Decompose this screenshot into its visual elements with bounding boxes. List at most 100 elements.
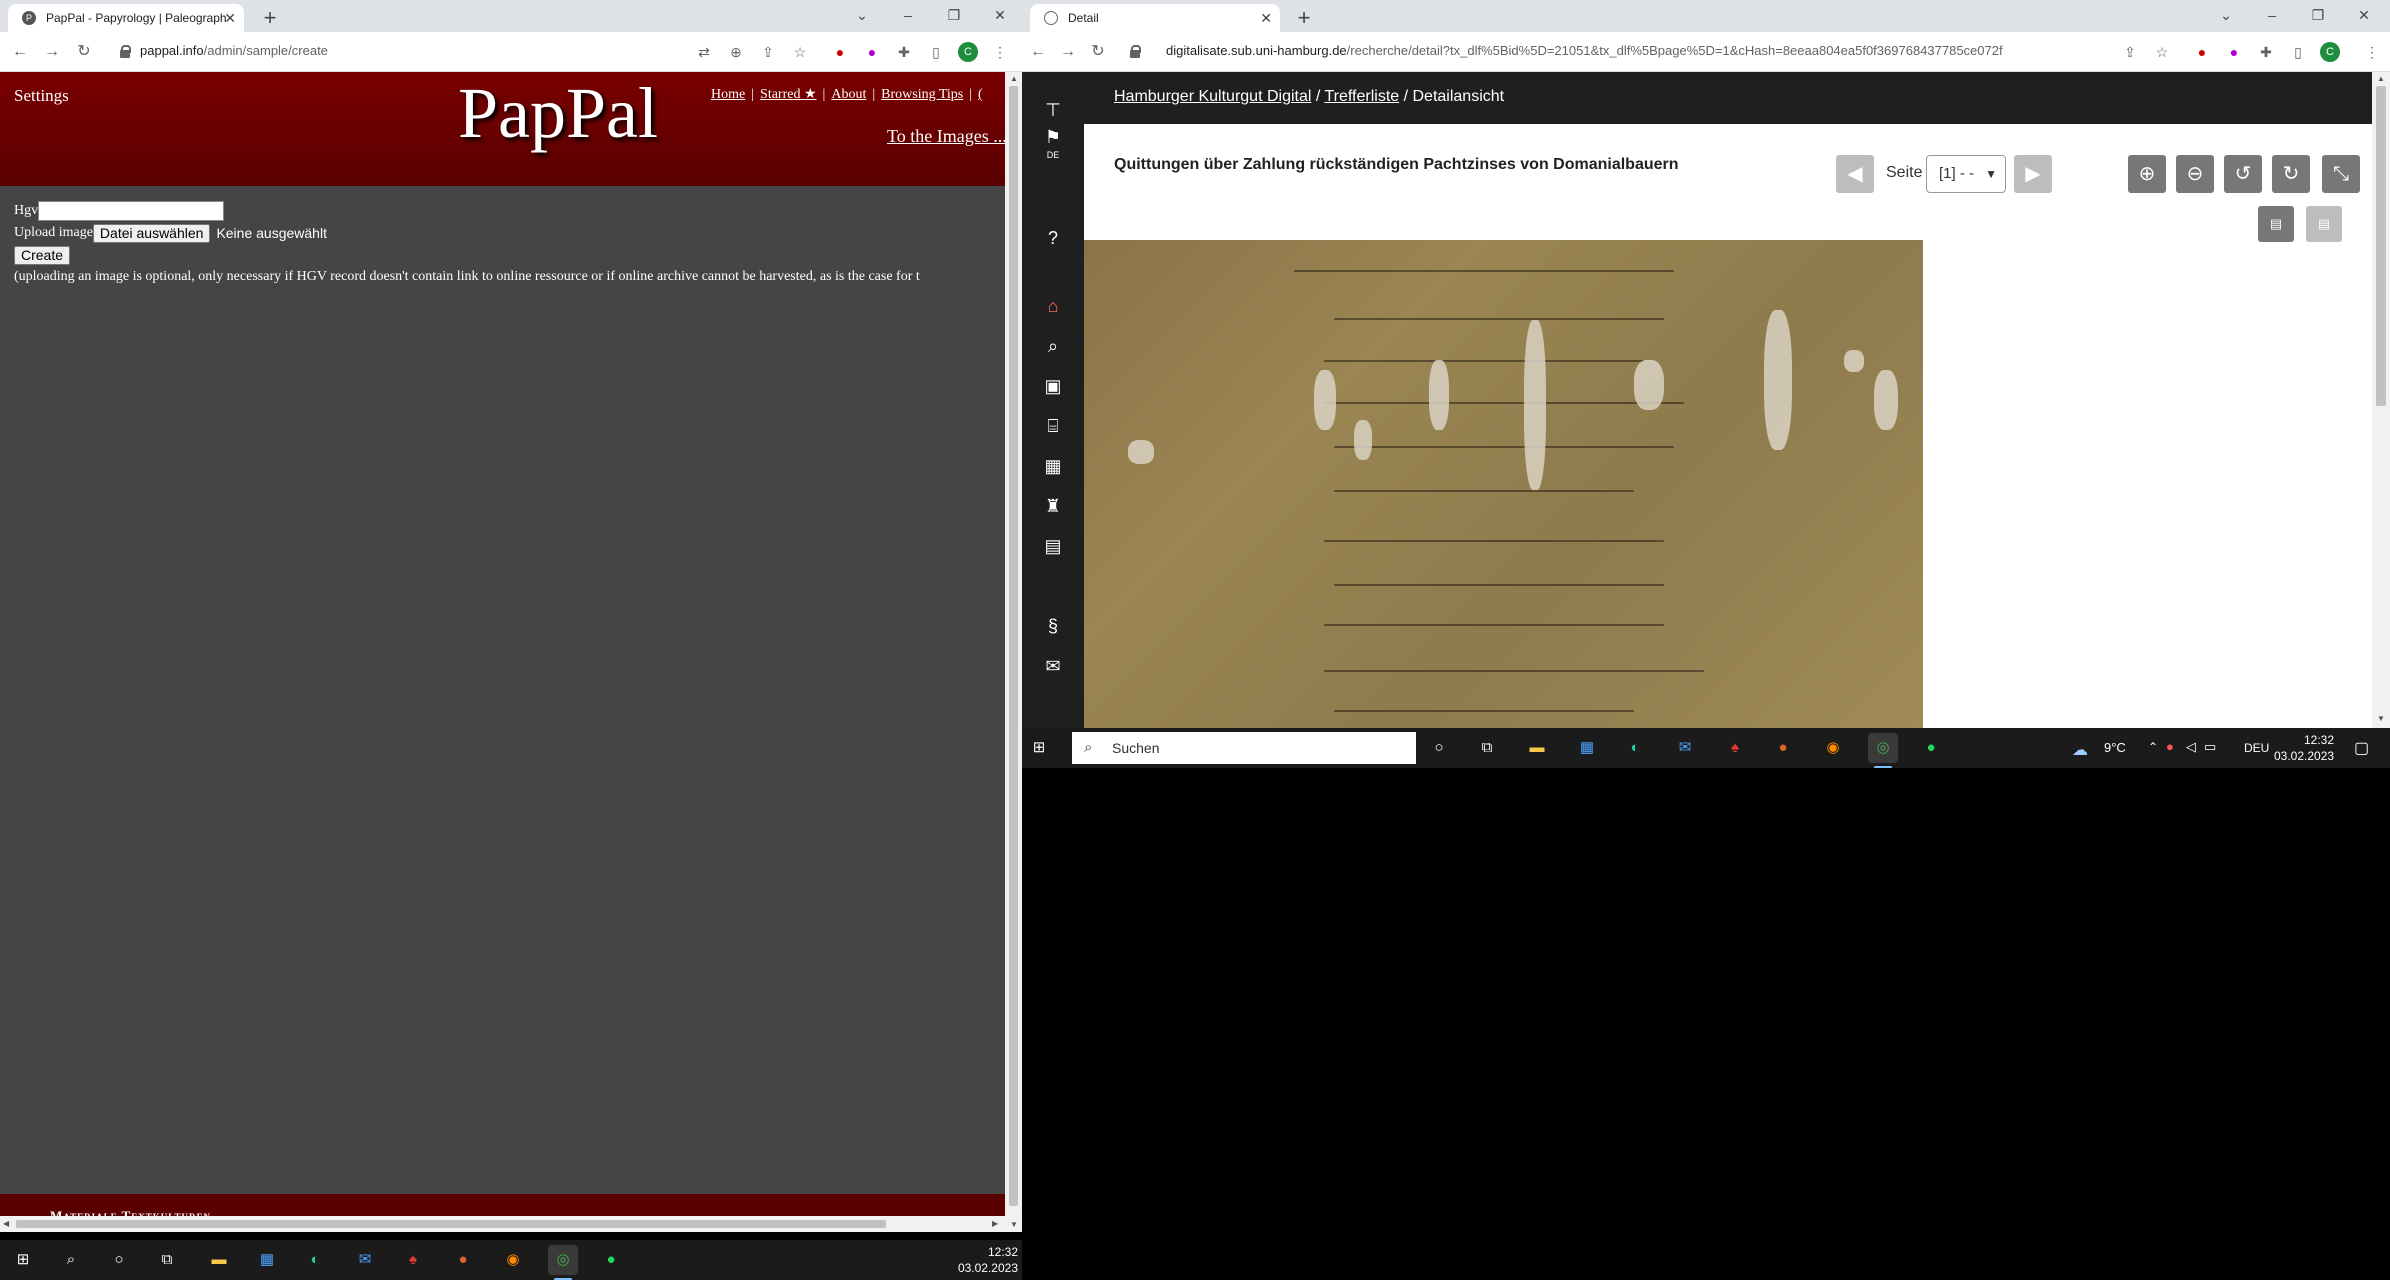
calendar-icon[interactable]: ▤ bbox=[1039, 532, 1067, 560]
language-label[interactable]: DE bbox=[1022, 150, 1084, 160]
scroll-down-icon[interactable]: ▼ bbox=[1010, 1220, 1018, 1229]
extensions-puzzle-icon[interactable]: ✚ bbox=[2256, 42, 2276, 62]
language-flag-icon[interactable]: ⚑ bbox=[1039, 128, 1067, 146]
cortana-icon[interactable]: ○ bbox=[1424, 733, 1454, 763]
nav-starred[interactable]: Starred ★ bbox=[760, 87, 816, 102]
profile-avatar[interactable]: C bbox=[958, 42, 978, 62]
volume-icon[interactable]: ◁ bbox=[2186, 739, 2196, 755]
document-icon[interactable]: ▤ bbox=[2306, 206, 2342, 242]
translate-icon[interactable]: ⇄ bbox=[694, 42, 714, 62]
scrollbar-thumb[interactable] bbox=[1009, 86, 1018, 1206]
search-icon[interactable]: ⌕ bbox=[1039, 332, 1067, 360]
file-explorer-icon[interactable]: ▬ bbox=[1522, 733, 1552, 763]
network-icon[interactable]: ▭ bbox=[2204, 739, 2216, 755]
address-bar[interactable]: pappal.info/admin/sample/create bbox=[140, 43, 328, 58]
taskbar-search-input[interactable]: ⌕ Suchen bbox=[1072, 732, 1416, 764]
window-close-icon[interactable]: ✕ bbox=[2342, 0, 2386, 32]
firefox-icon[interactable]: ◉ bbox=[1818, 733, 1848, 763]
new-tab-button[interactable]: + bbox=[256, 4, 284, 32]
powerpoint-icon[interactable]: ● bbox=[1768, 733, 1798, 763]
spotify-icon[interactable]: ● bbox=[596, 1245, 626, 1275]
previous-page-button[interactable]: ◀ bbox=[1836, 155, 1874, 193]
windows-start-icon[interactable]: ⊞ bbox=[8, 1245, 38, 1275]
restore-icon[interactable]: ❐ bbox=[2296, 0, 2340, 32]
page-select[interactable]: [1] - - ▼ bbox=[1926, 155, 2006, 193]
city-icon[interactable]: ♜ bbox=[1039, 492, 1067, 520]
file-explorer-icon[interactable]: ▬ bbox=[204, 1245, 234, 1275]
side-panel-icon[interactable]: ▯ bbox=[926, 42, 946, 62]
extension-icon[interactable]: ● bbox=[830, 42, 850, 62]
powerpoint-icon[interactable]: ● bbox=[448, 1245, 478, 1275]
side-panel-icon[interactable]: ▯ bbox=[2288, 42, 2308, 62]
settings-link[interactable]: Settings bbox=[14, 86, 69, 106]
zoom-icon[interactable]: ⊕ bbox=[726, 42, 746, 62]
next-page-button[interactable]: ▶ bbox=[2014, 155, 2052, 193]
pdf-download-icon[interactable]: ▤ bbox=[2258, 206, 2294, 242]
mail-icon[interactable]: ✉ bbox=[1039, 652, 1067, 680]
chrome-icon[interactable]: ◎ bbox=[548, 1245, 578, 1280]
back-icon[interactable]: ← bbox=[8, 40, 32, 64]
scroll-right-icon[interactable]: ▶ bbox=[992, 1219, 998, 1228]
exit-fullscreen-icon[interactable]: ⤡ bbox=[2322, 155, 2360, 193]
scroll-left-icon[interactable]: ◀ bbox=[3, 1219, 9, 1228]
minimize-icon[interactable]: – bbox=[2250, 0, 2294, 32]
keyboard-language[interactable]: DEU bbox=[2244, 741, 2269, 755]
papyrus-image[interactable] bbox=[1084, 240, 1923, 728]
collections-grid-icon[interactable]: ▦ bbox=[1039, 452, 1067, 480]
window-close-icon[interactable]: ✕ bbox=[978, 0, 1022, 32]
forward-icon[interactable]: → bbox=[1056, 40, 1080, 64]
extension-icon[interactable]: ● bbox=[862, 42, 882, 62]
scroll-down-icon[interactable]: ▼ bbox=[2377, 714, 2385, 723]
share-icon[interactable]: ⇪ bbox=[2120, 42, 2140, 62]
create-button[interactable]: Create bbox=[14, 245, 71, 265]
tab-search-icon[interactable]: ⌄ bbox=[2204, 0, 2248, 32]
search-icon[interactable]: ⌕ bbox=[56, 1245, 86, 1275]
notifications-icon[interactable]: ▢ bbox=[2354, 738, 2369, 758]
cortana-icon[interactable]: ○ bbox=[104, 1245, 134, 1275]
task-view-icon[interactable]: ⧉ bbox=[1472, 733, 1502, 763]
nav-browsing-tips[interactable]: Browsing Tips bbox=[881, 87, 963, 102]
home-icon[interactable]: ⌂ bbox=[1039, 292, 1067, 320]
chat-icon[interactable]: ▣ bbox=[1039, 372, 1067, 400]
tray-app-icon[interactable]: ● bbox=[2166, 739, 2174, 754]
mail-icon[interactable]: ✉ bbox=[1670, 733, 1700, 763]
scrollbar-thumb[interactable] bbox=[16, 1220, 886, 1228]
restore-icon[interactable]: ❐ bbox=[932, 0, 976, 32]
tab-pappal[interactable]: P PapPal - Papyrology | Paleograph ✕ bbox=[8, 4, 244, 32]
chrome-icon[interactable]: ◎ bbox=[1868, 733, 1898, 768]
breadcrumb-results-link[interactable]: Trefferliste bbox=[1324, 88, 1399, 105]
hgv-input[interactable] bbox=[38, 201, 225, 221]
vertical-scrollbar[interactable]: ▲ ▼ bbox=[2372, 72, 2390, 728]
scroll-up-icon[interactable]: ▲ bbox=[1010, 74, 1018, 83]
back-icon[interactable]: ← bbox=[1026, 40, 1050, 64]
to-the-images-link[interactable]: To the Images ... bbox=[887, 126, 1005, 147]
weather-temp[interactable]: 9°C bbox=[2104, 740, 2126, 755]
reload-icon[interactable]: ↻ bbox=[1086, 40, 1110, 64]
help-icon[interactable]: ? bbox=[1039, 224, 1067, 252]
extension-icon[interactable]: ● bbox=[2192, 42, 2212, 62]
task-view-icon[interactable]: ⧉ bbox=[152, 1245, 182, 1275]
share-icon[interactable]: ⇪ bbox=[758, 42, 778, 62]
zoom-out-icon[interactable]: ⊖ bbox=[2176, 155, 2214, 193]
tray-chevron-up-icon[interactable]: ⌃ bbox=[2148, 740, 2158, 754]
new-tab-button[interactable]: + bbox=[1290, 4, 1318, 32]
close-icon[interactable]: ✕ bbox=[1260, 4, 1272, 32]
edge-icon[interactable]: ◐ bbox=[1620, 733, 1650, 763]
extensions-puzzle-icon[interactable]: ✚ bbox=[894, 42, 914, 62]
firefox-icon[interactable]: ◉ bbox=[498, 1245, 528, 1275]
profile-avatar[interactable]: C bbox=[2320, 42, 2340, 62]
taskbar-clock[interactable]: 12:32 03.02.2023 bbox=[2274, 732, 2334, 764]
paragraph-icon[interactable]: § bbox=[1039, 612, 1067, 640]
institution-icon[interactable]: ⌸ bbox=[1039, 412, 1067, 440]
menu-icon[interactable]: ⋮ bbox=[990, 42, 1010, 62]
store-icon[interactable]: ▦ bbox=[1572, 733, 1602, 763]
forward-icon[interactable]: → bbox=[40, 40, 64, 64]
horizontal-scrollbar[interactable]: ◀ ▶ bbox=[0, 1216, 1005, 1232]
tab-detail[interactable]: Detail ✕ bbox=[1030, 4, 1280, 32]
tab-search-icon[interactable]: ⌄ bbox=[840, 0, 884, 32]
address-bar[interactable]: digitalisate.sub.uni-hamburg.de/recherch… bbox=[1166, 43, 2003, 58]
sitemap-icon[interactable]: ⊤ bbox=[1039, 96, 1067, 124]
scroll-up-icon[interactable]: ▲ bbox=[2377, 74, 2385, 83]
extension-icon[interactable]: ● bbox=[2224, 42, 2244, 62]
scrollbar-thumb[interactable] bbox=[2376, 86, 2386, 406]
